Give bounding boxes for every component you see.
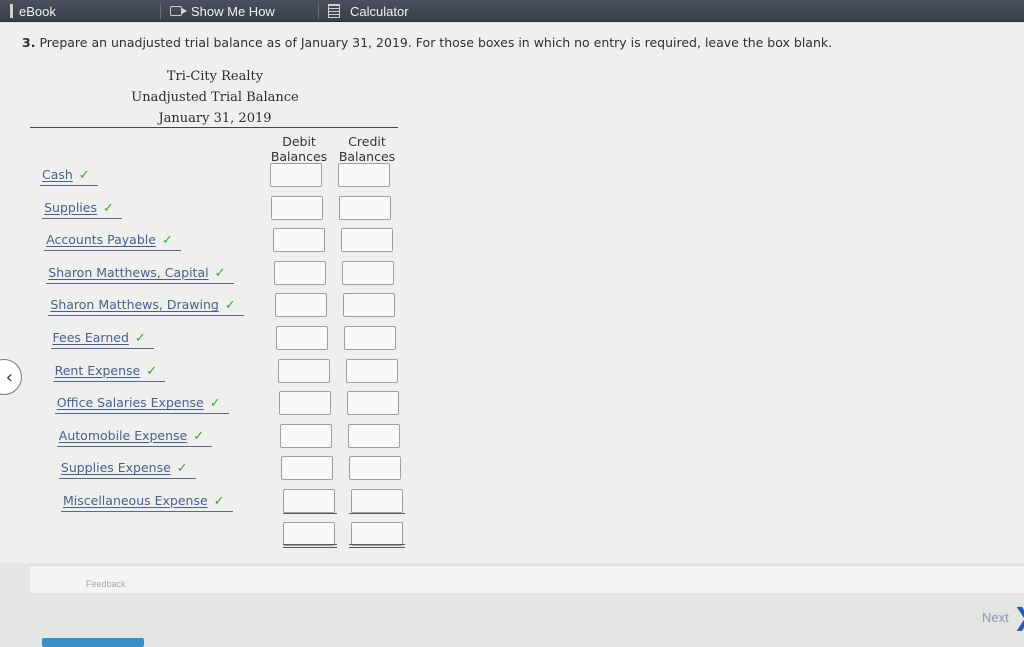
credit-amount-input[interactable] — [344, 326, 397, 350]
debit-total-input[interactable] — [283, 521, 335, 546]
checkmark-icon: ✓ — [134, 331, 146, 346]
checkmark-icon: ✓ — [78, 168, 90, 183]
checkmark-icon: ✓ — [224, 298, 236, 314]
calculator-icon — [328, 4, 340, 18]
account-name: Sharon Matthews, Capital — [48, 264, 209, 280]
checkmark-icon: ✓ — [146, 363, 158, 379]
debit-header-line2: Balances — [270, 149, 328, 164]
question-panel: 3. Prepare an unadjusted trial balance as… — [0, 23, 1024, 563]
credit-amount-input[interactable] — [348, 423, 401, 448]
video-icon — [170, 6, 187, 16]
account-select[interactable]: Supplies ✓ — [42, 200, 122, 219]
question-prompt: 3. Prepare an unadjusted trial balance as… — [22, 35, 832, 50]
checkmark-icon: ✓ — [193, 428, 205, 444]
account-name: Supplies Expense — [60, 460, 171, 476]
debit-amount-input[interactable] — [280, 423, 333, 448]
chevron-right-icon[interactable]: ❯ — [1013, 603, 1024, 631]
account-select[interactable]: Miscellaneous Expense ✓ — [61, 493, 233, 512]
credit-total-rule — [349, 513, 405, 514]
heading-rule — [30, 127, 398, 128]
ebook-button[interactable]: eBook — [10, 0, 56, 22]
debit-amount-input[interactable] — [273, 260, 326, 285]
credit-amount-input[interactable] — [340, 228, 393, 253]
debit-amount-input[interactable] — [270, 163, 322, 187]
debit-column-header: Debit Balances — [266, 134, 332, 164]
debit-double-rule-bottom — [283, 547, 337, 548]
progress-strip — [42, 638, 144, 647]
question-text: Prepare an unadjusted trial balance as o… — [39, 35, 833, 50]
footer-area: Feedback Next ❯ — [0, 563, 1024, 647]
account-select[interactable]: Office Salaries Expense ✓ — [54, 395, 229, 415]
account-select[interactable]: Fees Earned ✓ — [50, 330, 154, 349]
credit-amount-input[interactable] — [349, 456, 402, 481]
checkmark-icon: ✓ — [213, 494, 225, 509]
debit-double-rule-top — [283, 544, 337, 545]
chevron-left-icon: ‹ — [5, 366, 13, 388]
account-name: Office Salaries Expense — [56, 395, 204, 411]
debit-amount-input[interactable] — [277, 358, 330, 383]
account-name: Supplies — [44, 199, 97, 215]
account-select[interactable]: Sharon Matthews, Drawing ✓ — [48, 297, 244, 317]
credit-amount-input[interactable] — [345, 358, 398, 383]
account-select[interactable]: Rent Expense ✓ — [52, 362, 166, 382]
account-name: Cash — [42, 167, 73, 182]
account-name: Miscellaneous Expense — [63, 493, 208, 508]
account-name: Sharon Matthews, Drawing — [50, 297, 219, 313]
toolbar-divider — [318, 3, 319, 19]
company-name: Tri-City Realty — [166, 69, 264, 84]
checkmark-icon: ✓ — [214, 265, 226, 281]
next-button-label[interactable]: Next — [982, 610, 1009, 625]
debit-amount-input[interactable] — [278, 391, 331, 416]
calculator-button[interactable]: Calculator — [328, 0, 409, 22]
feedback-label: Feedback — [86, 579, 126, 589]
debit-amount-input[interactable] — [272, 228, 325, 253]
credit-amount-input[interactable] — [338, 163, 390, 187]
credit-header-line2: Balances — [338, 149, 396, 164]
credit-double-rule-bottom — [349, 547, 405, 548]
credit-amount-input[interactable] — [346, 391, 399, 416]
debit-amount-input[interactable] — [281, 456, 334, 481]
account-name: Rent Expense — [54, 362, 141, 378]
question-number: 3. — [22, 35, 36, 50]
debit-amount-input[interactable] — [276, 326, 329, 350]
debit-amount-input[interactable] — [271, 195, 324, 220]
toolbar-divider — [160, 3, 161, 19]
statement-date: January 31, 2019 — [158, 111, 272, 126]
top-toolbar: eBook Show Me How Calculator — [0, 0, 1024, 22]
credit-double-rule-top — [349, 544, 405, 545]
account-name: Fees Earned — [52, 330, 129, 345]
credit-column-header: Credit Balances — [334, 134, 400, 164]
debit-amount-input[interactable] — [275, 293, 328, 318]
checkmark-icon: ✓ — [102, 200, 114, 216]
account-select[interactable]: Cash ✓ — [40, 167, 98, 186]
credit-amount-input[interactable] — [341, 260, 394, 285]
credit-total-input[interactable] — [351, 521, 403, 546]
credit-amount-input[interactable] — [350, 489, 403, 513]
statement-title: Unadjusted Trial Balance — [131, 90, 299, 105]
show-me-how-label: Show Me How — [191, 3, 275, 19]
previous-arrow-button[interactable]: ‹ — [0, 359, 22, 395]
debit-total-rule — [283, 513, 337, 514]
checkmark-icon: ✓ — [161, 233, 173, 249]
account-select[interactable]: Supplies Expense ✓ — [58, 460, 196, 480]
account-select[interactable]: Accounts Payable ✓ — [44, 232, 181, 252]
feedback-bar — [30, 565, 1024, 593]
credit-amount-input[interactable] — [343, 293, 396, 318]
ebook-icon — [10, 4, 13, 18]
ebook-label: eBook — [19, 3, 56, 19]
calculator-label: Calculator — [350, 3, 409, 19]
account-select[interactable]: Sharon Matthews, Capital ✓ — [46, 264, 234, 284]
debit-amount-input[interactable] — [282, 489, 335, 513]
account-name: Accounts Payable — [46, 232, 156, 248]
checkmark-icon: ✓ — [176, 461, 188, 477]
account-select[interactable]: Automobile Expense ✓ — [56, 427, 213, 447]
credit-amount-input[interactable] — [339, 195, 392, 220]
account-name: Automobile Expense — [58, 427, 188, 443]
checkmark-icon: ✓ — [209, 396, 221, 412]
debit-header-line1: Debit — [282, 134, 316, 149]
credit-header-line1: Credit — [348, 134, 386, 149]
show-me-how-button[interactable]: Show Me How — [170, 0, 275, 22]
